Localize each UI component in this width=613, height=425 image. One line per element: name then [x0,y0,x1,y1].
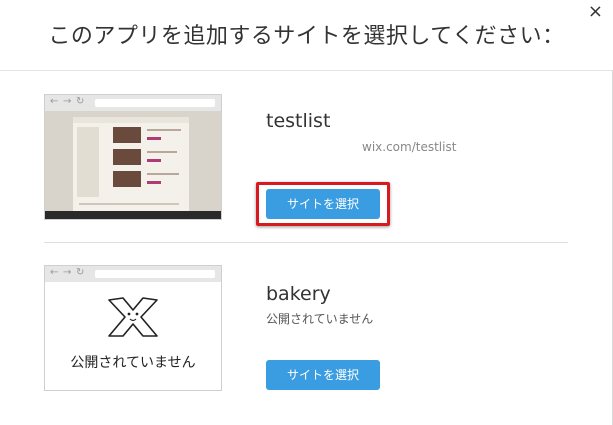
site-preview-link [147,137,161,140]
site-thumbnail-testlist: ← → ↻ [44,94,222,220]
back-arrow-icon: ← [50,96,59,107]
forward-arrow-icon: → [63,267,72,278]
site-preview-footer [45,211,221,219]
site-preview-header [73,117,189,123]
refresh-icon: ↻ [76,96,85,107]
unpublished-preview: 公開されていません [45,282,221,390]
forward-arrow-icon: → [63,96,72,107]
refresh-icon: ↻ [76,267,85,278]
site-status-bakery: 公開されていません [266,312,374,326]
header-divider [0,70,613,71]
site-preview-text-line [147,173,179,175]
site-preview-sidebar [77,127,99,197]
site-url-testlist: wix.com/testlist [362,140,457,154]
select-site-button-testlist[interactable]: サイトを選択 [266,189,380,219]
back-arrow-icon: ← [50,267,59,278]
site-name-testlist: testlist [266,110,331,132]
select-site-button-bakery[interactable]: サイトを選択 [266,360,380,390]
select-site-dialog: × このアプリを追加するサイトを選択してください： ← → ↻ testlist… [0,0,613,425]
site-screenshot-preview [45,111,221,219]
site-preview-image [113,149,141,165]
url-bar [95,99,215,107]
site-list-divider [44,242,568,243]
site-name-bakery: bakery [266,283,331,305]
browser-bar: ← → ↻ [45,266,221,282]
site-thumbnail-bakery: ← → ↻ 公開されていません [44,265,222,391]
site-preview-text-line [147,129,181,131]
unpublished-label: 公開されていません [70,355,196,371]
url-bar [95,270,215,278]
wix-mascot-icon [108,297,158,337]
site-preview-text-line [147,151,177,153]
site-page-preview [73,117,189,213]
site-preview-image [113,171,141,187]
browser-bar: ← → ↻ [45,95,221,111]
site-preview-image [113,127,141,143]
dialog-title: このアプリを追加するサイトを選択してください： [48,24,565,49]
site-preview-text-line [79,203,179,205]
site-preview-link [147,159,161,162]
site-preview-link [147,181,161,184]
